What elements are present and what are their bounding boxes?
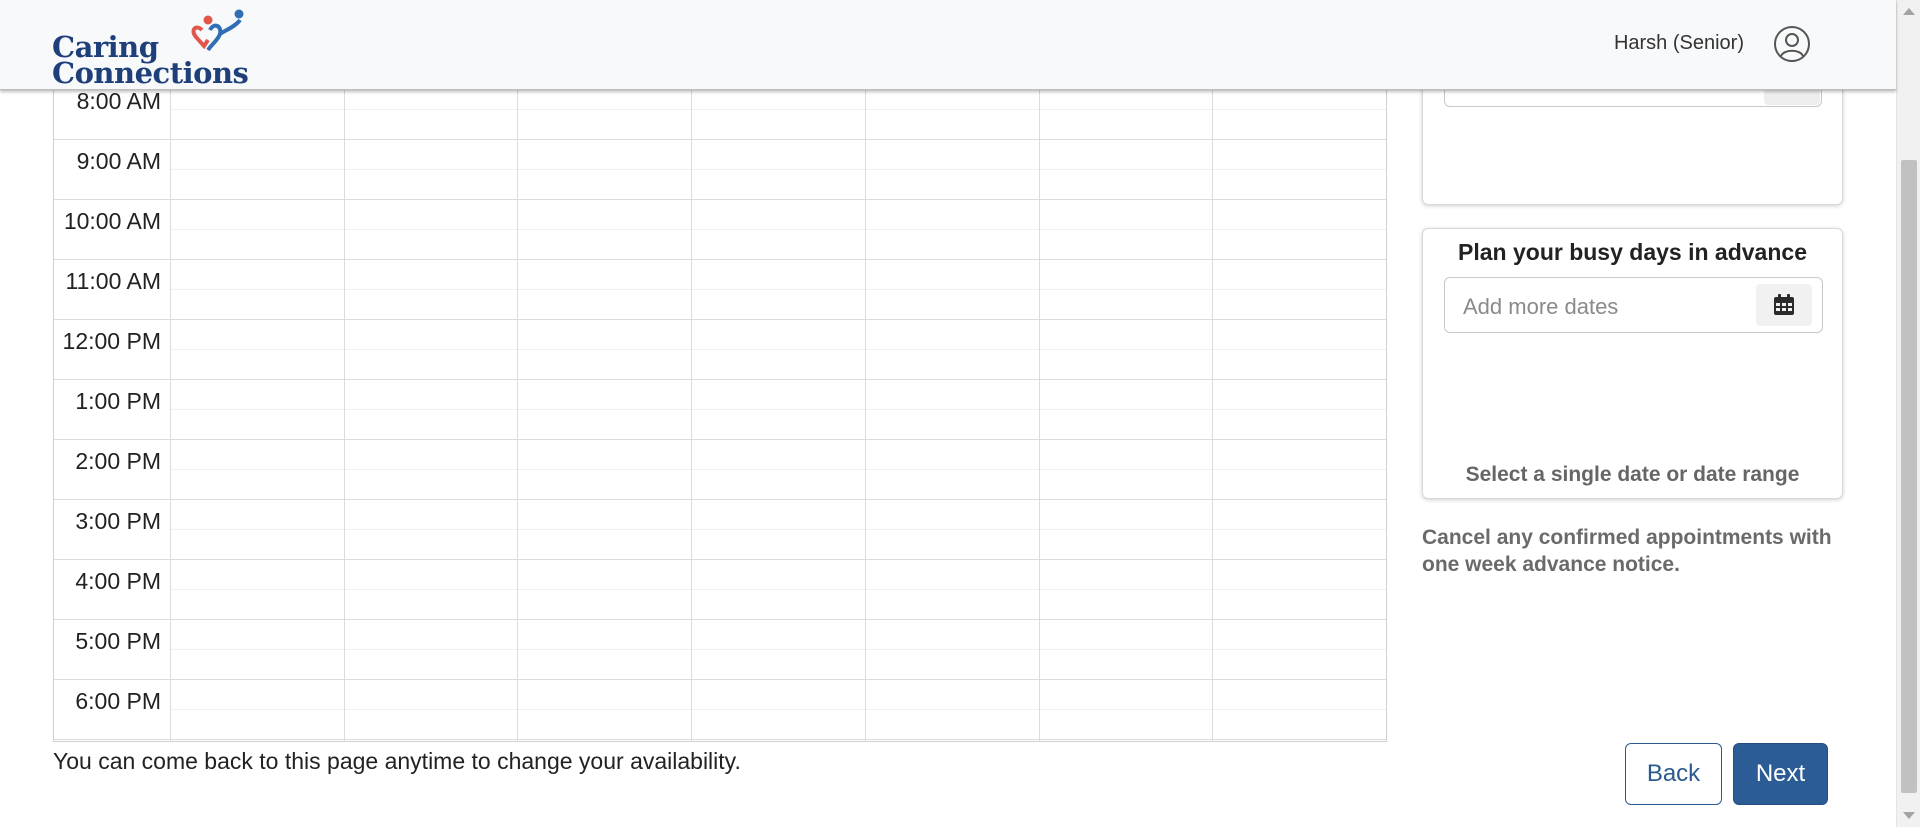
busy-days-title: Plan your busy days in advance [1458, 239, 1807, 265]
day-column-divider [1212, 80, 1213, 741]
day-column-divider [865, 80, 866, 741]
calendar-button[interactable] [1756, 284, 1812, 326]
time-row: 3:00 PM [54, 500, 1386, 560]
clipped-input-button[interactable] [1764, 89, 1820, 105]
day-column-divider [517, 80, 518, 741]
user-name-label[interactable]: Harsh (Senior) [1614, 32, 1744, 55]
day-column-divider [170, 80, 171, 741]
time-row: 12:00 PM [54, 320, 1386, 380]
time-label: 12:00 PM [62, 328, 161, 354]
add-dates-input[interactable]: Add more dates [1444, 277, 1823, 333]
logo-text-connections: Connections [52, 56, 249, 90]
time-label: 9:00 AM [76, 148, 161, 174]
time-label: 10:00 AM [63, 208, 161, 234]
scrollbar-thumb[interactable] [1901, 160, 1917, 793]
time-row: 1:00 PM [54, 380, 1386, 440]
hearts-logo-icon [191, 9, 244, 52]
time-row: 4:00 PM [54, 560, 1386, 620]
scroll-up-arrow-icon[interactable] [1903, 8, 1915, 15]
time-row: 2:00 PM [54, 440, 1386, 500]
busy-days-hint: Select a single date or date range [1465, 463, 1800, 486]
time-row: 9:00 AM [54, 140, 1386, 200]
day-column-divider [344, 80, 345, 741]
half-hour-divider [170, 529, 1386, 530]
user-circle-icon[interactable] [1773, 25, 1811, 63]
time-row: 6:00 PM [54, 680, 1386, 740]
half-hour-divider [170, 649, 1386, 650]
time-label: 5:00 PM [75, 628, 161, 654]
day-column-divider [691, 80, 692, 741]
caring-connections-logo[interactable]: Caring Connections [52, 6, 249, 90]
availability-footer-note: You can come back to this page anytime t… [53, 748, 741, 774]
half-hour-divider [170, 469, 1386, 470]
calendar-icon [1774, 294, 1794, 315]
time-row: 10:00 AM [54, 200, 1386, 260]
time-label: 1:00 PM [75, 388, 161, 414]
time-label: 3:00 PM [75, 508, 161, 534]
half-hour-divider [170, 169, 1386, 170]
half-hour-divider [170, 709, 1386, 710]
day-column-divider [1039, 80, 1040, 741]
time-label: 6:00 PM [75, 688, 161, 714]
time-row: 5:00 PM [54, 620, 1386, 680]
time-label: 11:00 AM [65, 268, 161, 294]
half-hour-divider [170, 349, 1386, 350]
half-hour-divider [170, 589, 1386, 590]
next-button[interactable]: Next [1733, 743, 1828, 805]
half-hour-divider [170, 229, 1386, 230]
scroll-down-arrow-icon[interactable] [1903, 812, 1915, 819]
time-label: 2:00 PM [75, 448, 161, 474]
add-dates-placeholder: Add more dates [1463, 294, 1619, 319]
app-header: Caring Connections Harsh (Senior) [0, 0, 1896, 90]
time-label: 8:00 AM [76, 88, 161, 114]
half-hour-divider [170, 109, 1386, 110]
half-hour-divider [170, 289, 1386, 290]
availability-grid[interactable]: 8:00 AM 9:00 AM 10:00 AM 11:00 AM 12:00 PM 1:… [53, 80, 1387, 742]
cancel-policy-note: Cancel any confirmed appointments with o… [1422, 526, 1832, 576]
time-row: 11:00 AM [54, 260, 1386, 320]
back-button[interactable]: Back [1625, 743, 1722, 805]
time-label: 4:00 PM [75, 568, 161, 594]
busy-days-card: Plan your busy days in advance Add more … [1422, 228, 1843, 499]
page-scrollbar[interactable] [1896, 0, 1920, 827]
half-hour-divider [170, 409, 1386, 410]
